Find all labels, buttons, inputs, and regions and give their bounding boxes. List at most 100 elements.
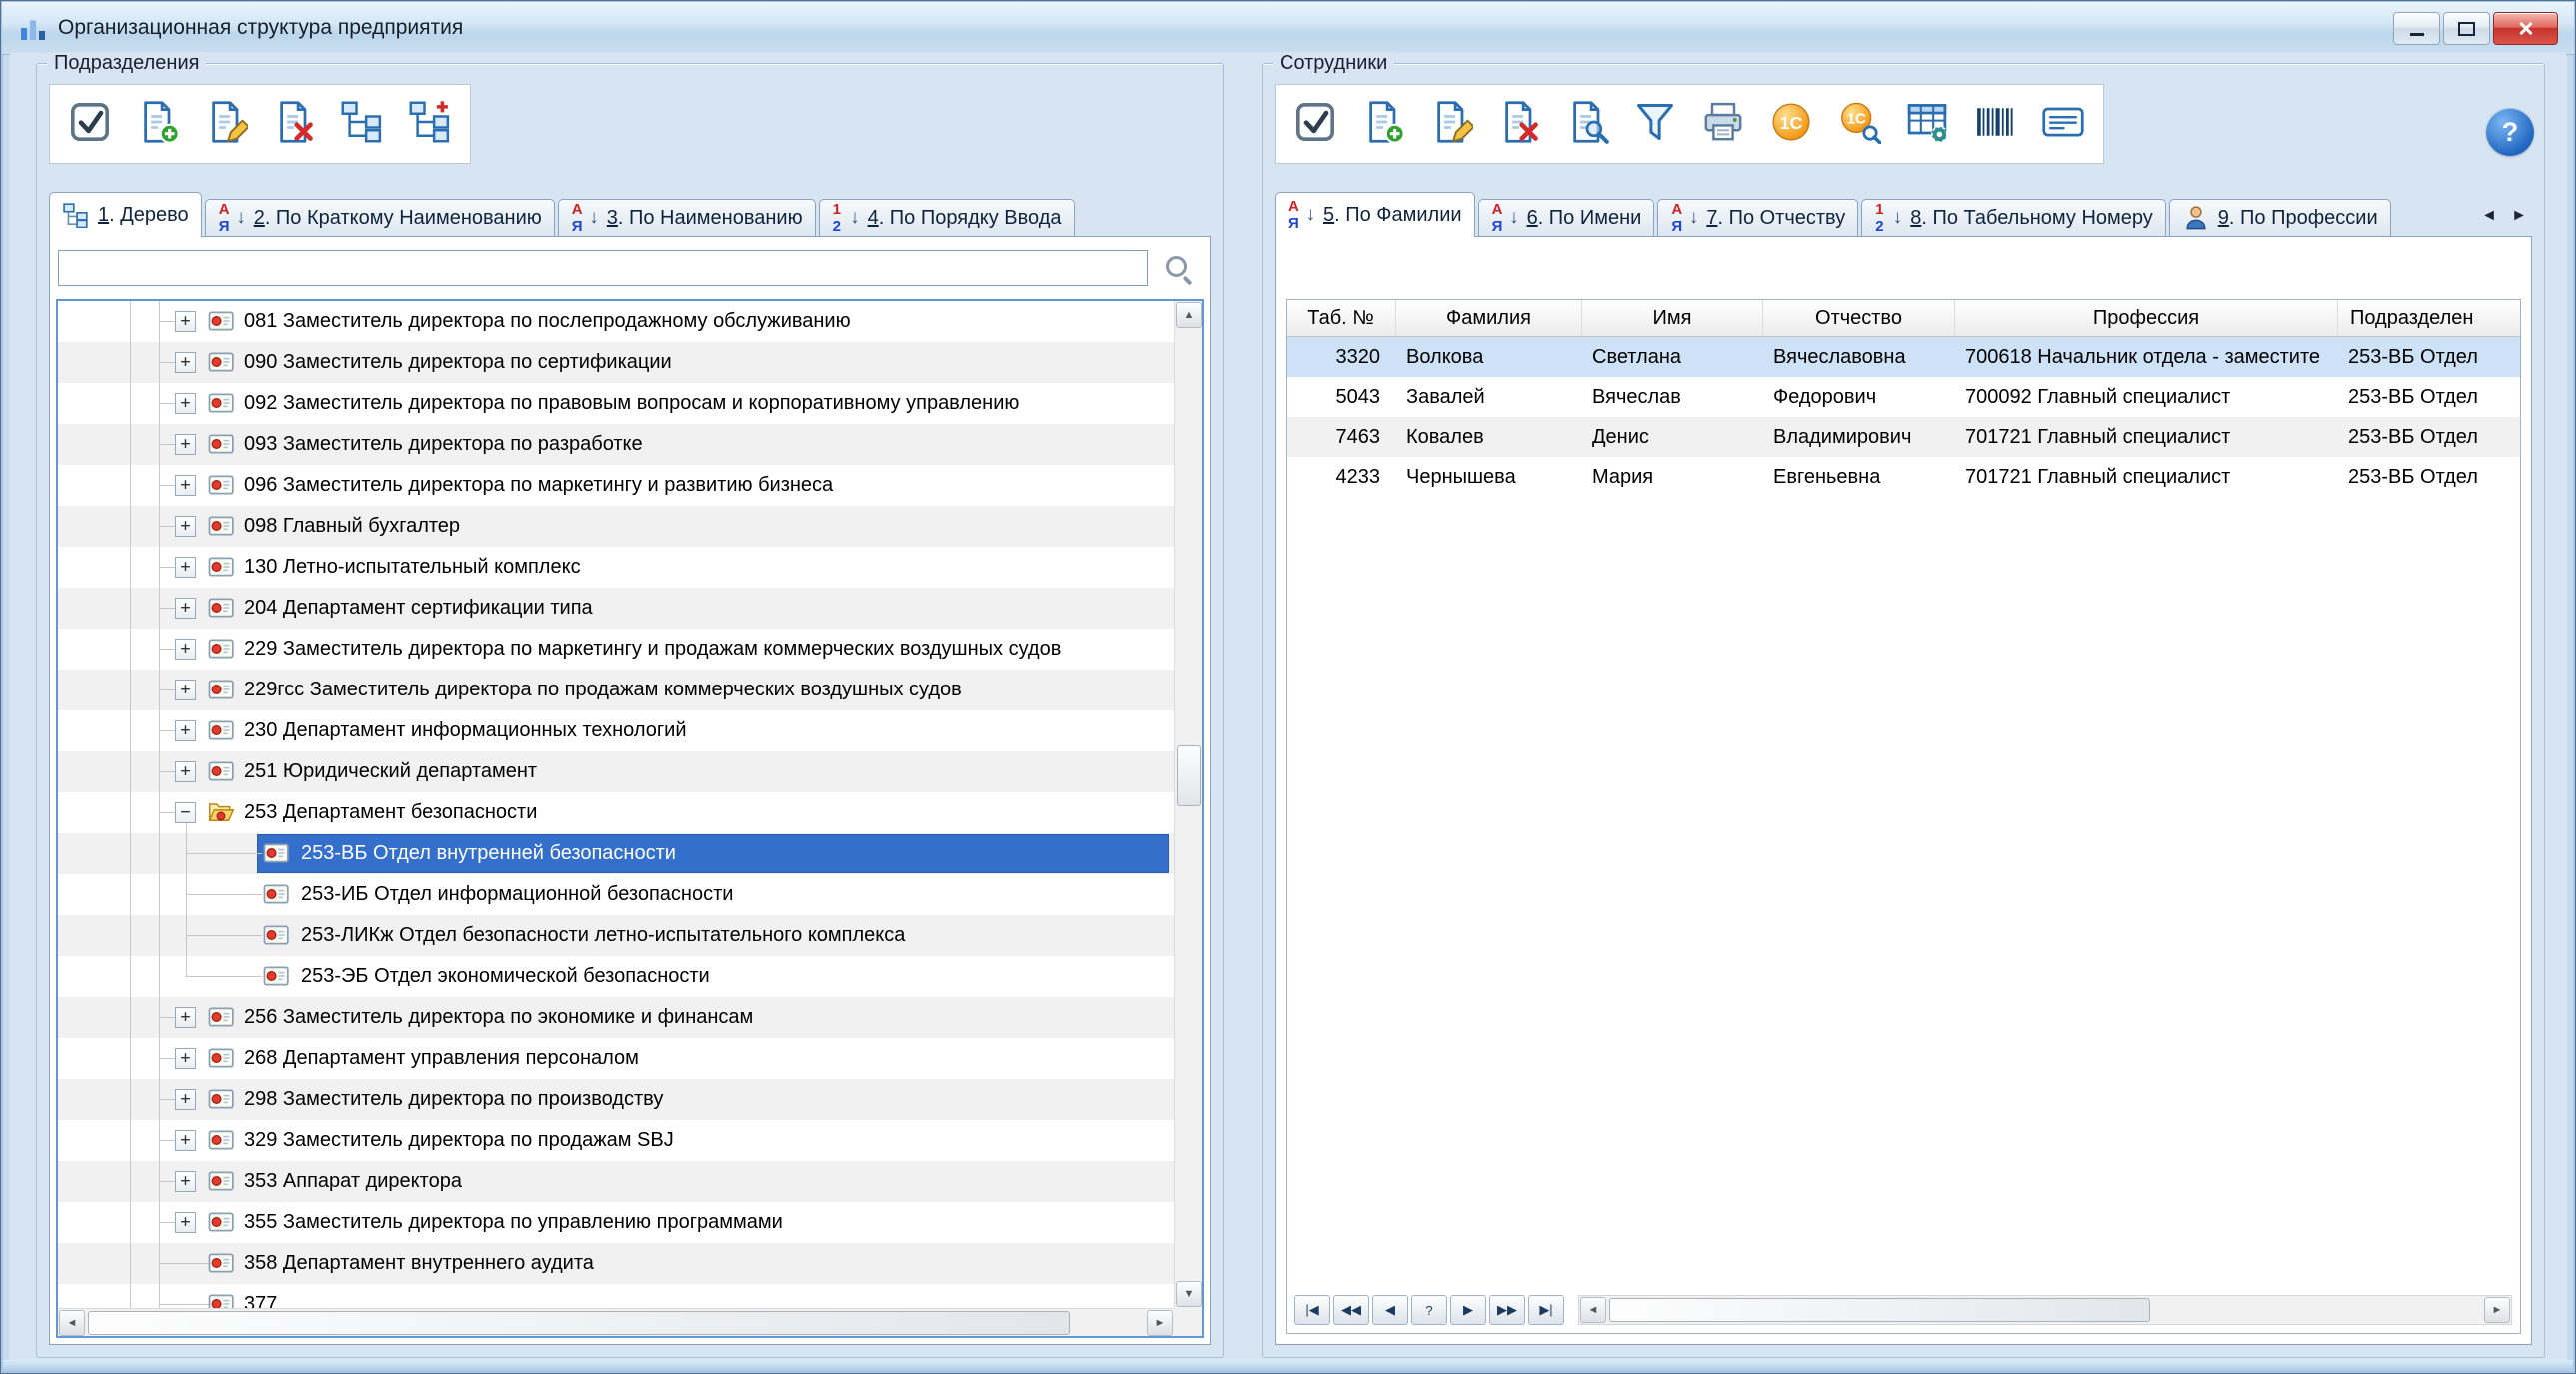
tree-node[interactable]: +329 Заместитель директора по продажам S…: [58, 1120, 1174, 1161]
column-header[interactable]: Имя: [1582, 300, 1763, 336]
expand-icon[interactable]: +: [175, 434, 196, 455]
nav-next-button[interactable]: ▶: [1450, 1295, 1486, 1325]
expand-icon[interactable]: +: [175, 1212, 196, 1233]
staffing-button[interactable]: [1903, 96, 1951, 152]
filter-button[interactable]: [1631, 96, 1679, 152]
tree-node[interactable]: 253-ВБ Отдел внутренней безопасности: [58, 833, 1174, 874]
tree-node[interactable]: +353 Аппарат директора: [58, 1161, 1174, 1202]
scroll-right-icon[interactable]: ►: [1147, 1310, 1173, 1336]
pass-card-button[interactable]: [2039, 96, 2087, 152]
department-search-input[interactable]: [58, 250, 1148, 286]
column-header[interactable]: Отчество: [1763, 300, 1955, 336]
tree-node[interactable]: +298 Заместитель директора по производст…: [58, 1079, 1174, 1120]
column-header[interactable]: Подразделен: [2338, 300, 2520, 336]
help-button[interactable]: ?: [2486, 108, 2534, 156]
minimize-button[interactable]: [2393, 12, 2440, 45]
tab-scroll-left-button[interactable]: ◄: [2476, 203, 2502, 229]
tree-horizontal-scrollbar[interactable]: ◄ ►: [58, 1308, 1174, 1336]
expand-icon[interactable]: +: [175, 352, 196, 373]
employees-tab-2[interactable]: АЯ↓6. По Имени: [1478, 199, 1655, 236]
table-row[interactable]: 4233ЧернышеваМарияЕвгеньевна701721 Главн…: [1287, 457, 2520, 497]
find-1c-button[interactable]: 1С: [1835, 96, 1883, 152]
maximize-button[interactable]: [2443, 12, 2490, 45]
expand-icon[interactable]: +: [175, 1089, 196, 1110]
tree-node[interactable]: +229 Заместитель директора по маркетингу…: [58, 629, 1174, 670]
column-header[interactable]: Таб. №: [1287, 300, 1396, 336]
titlebar[interactable]: Организационная структура предприятия: [2, 2, 2574, 55]
delete-button[interactable]: [1495, 96, 1543, 152]
expand-icon[interactable]: +: [175, 1048, 196, 1069]
tree-node[interactable]: 253-ЭБ Отдел экономической безопасности: [58, 956, 1174, 997]
scroll-left-icon[interactable]: ◄: [59, 1310, 85, 1336]
expand-icon[interactable]: +: [175, 1130, 196, 1151]
nav-locate-button[interactable]: ?: [1411, 1295, 1447, 1325]
move-in-tree-button[interactable]: [338, 96, 386, 152]
tree-node[interactable]: +092 Заместитель директора по правовым в…: [58, 383, 1174, 424]
employees-tab-1[interactable]: АЯ↓5. По Фамилии: [1275, 192, 1475, 237]
edit-button[interactable]: [202, 96, 250, 152]
tree-node[interactable]: +096 Заместитель директора по маркетингу…: [58, 465, 1174, 506]
tree-vertical-scrollbar[interactable]: ▲ ▼: [1174, 301, 1202, 1308]
column-header[interactable]: Фамилия: [1396, 300, 1582, 336]
search-icon[interactable]: [1164, 254, 1194, 284]
nav-prior-page-button[interactable]: ◀◀: [1333, 1295, 1369, 1325]
expand-icon[interactable]: +: [175, 1171, 196, 1192]
tree-node[interactable]: +229гсс Заместитель директора по продажа…: [58, 670, 1174, 710]
tree-node[interactable]: +355 Заместитель директора по управлению…: [58, 1202, 1174, 1243]
expand-icon[interactable]: +: [175, 720, 196, 741]
departments-tab-2[interactable]: АЯ↓2. По Краткому Наименованию: [205, 199, 555, 236]
table-row[interactable]: 5043ЗавалейВячеславФедорович700092 Главн…: [1287, 377, 2520, 417]
tree-node[interactable]: +251 Юридический департамент: [58, 751, 1174, 792]
tree-node[interactable]: +256 Заместитель директора по экономике …: [58, 997, 1174, 1038]
tree-node[interactable]: −253 Департамент безопасности: [58, 792, 1174, 833]
employees-tab-5[interactable]: 9. По Профессии: [2169, 199, 2391, 236]
expand-icon[interactable]: +: [175, 761, 196, 782]
tree-node[interactable]: +093 Заместитель директора по разработке: [58, 424, 1174, 465]
close-button[interactable]: [2493, 12, 2558, 45]
tree-node[interactable]: +230 Департамент информационных технолог…: [58, 710, 1174, 751]
delete-button[interactable]: [270, 96, 318, 152]
departments-tab-3[interactable]: АЯ↓3. По Наименованию: [558, 199, 816, 236]
table-horizontal-scrollbar[interactable]: ◄ ►: [1578, 1295, 2512, 1325]
tree-node[interactable]: +130 Летно-испытательный комплекс: [58, 547, 1174, 588]
scroll-thumb[interactable]: [1609, 1298, 2150, 1322]
expand-icon[interactable]: +: [175, 516, 196, 537]
add-button[interactable]: [1359, 96, 1407, 152]
expand-icon[interactable]: +: [175, 311, 196, 332]
confirm-button[interactable]: [1291, 96, 1339, 152]
confirm-button[interactable]: [66, 96, 114, 152]
nav-first-button[interactable]: |◀: [1294, 1295, 1330, 1325]
scroll-right-icon[interactable]: ►: [2484, 1297, 2510, 1323]
table-row[interactable]: 3320ВолковаСветланаВячеславовна700618 На…: [1287, 337, 2520, 377]
tree-node[interactable]: 358 Департамент внутреннего аудита: [58, 1243, 1174, 1284]
employees-tab-3[interactable]: АЯ↓7. По Отчеству: [1657, 199, 1858, 236]
tree-node[interactable]: +098 Главный бухгалтер: [58, 506, 1174, 547]
expand-icon[interactable]: +: [175, 598, 196, 619]
departments-tab-4[interactable]: 12↓4. По Порядку Ввода: [819, 199, 1075, 236]
export-1c-button[interactable]: 1С: [1767, 96, 1815, 152]
scroll-up-icon[interactable]: ▲: [1176, 302, 1202, 328]
expand-icon[interactable]: +: [175, 680, 196, 700]
expand-icon[interactable]: +: [175, 393, 196, 414]
column-header[interactable]: Профессия: [1955, 300, 2338, 336]
departments-tab-1[interactable]: 1. Дерево: [49, 192, 202, 237]
scroll-thumb[interactable]: [88, 1311, 1070, 1335]
tree-node[interactable]: +268 Департамент управления персоналом: [58, 1038, 1174, 1079]
add-button[interactable]: [134, 96, 182, 152]
scroll-thumb[interactable]: [1177, 745, 1201, 806]
expand-icon[interactable]: +: [175, 639, 196, 660]
expand-icon[interactable]: +: [175, 557, 196, 578]
expand-icon[interactable]: +: [175, 475, 196, 496]
view-button[interactable]: [1563, 96, 1611, 152]
collapse-icon[interactable]: −: [175, 802, 196, 823]
tree-node[interactable]: +090 Заместитель директора по сертификац…: [58, 342, 1174, 383]
table-row[interactable]: 7463КовалевДенисВладимирович701721 Главн…: [1287, 417, 2520, 457]
tree-node[interactable]: 253-ЛИКж Отдел безопасности летно-испыта…: [58, 915, 1174, 956]
expand-icon[interactable]: +: [175, 1007, 196, 1028]
employees-tab-4[interactable]: 12↓8. По Табельному Номеру: [1861, 199, 2166, 236]
scroll-down-icon[interactable]: ▼: [1176, 1281, 1202, 1307]
edit-button[interactable]: [1427, 96, 1475, 152]
nav-last-button[interactable]: ▶|: [1528, 1295, 1564, 1325]
print-button[interactable]: [1699, 96, 1747, 152]
tree-node[interactable]: 377: [58, 1284, 1174, 1308]
